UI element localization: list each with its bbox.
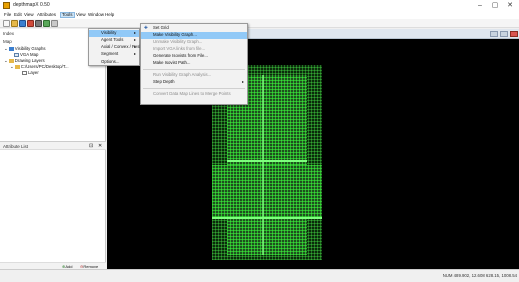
submenu-arrow-icon: ▸: [133, 37, 136, 42]
menu-item-agent-tools[interactable]: Agent Tools ▸: [89, 37, 139, 44]
submenu-arrow-icon: ▸: [133, 30, 136, 35]
menu-item-segment[interactable]: Segment ▸: [89, 51, 139, 58]
close-button[interactable]: ✕: [503, 1, 517, 10]
window-title: depthmapX 0.50: [13, 2, 50, 8]
wall-line: [227, 160, 307, 162]
menu-item-import-vga-links[interactable]: Import VGA links from file...: [141, 46, 247, 53]
submenu-arrow-icon: ▸: [241, 79, 244, 84]
tree-item-vga-map[interactable]: VGA Map: [14, 52, 38, 57]
grid-icon[interactable]: [43, 20, 50, 27]
tree-item-layer[interactable]: Layer: [22, 70, 39, 75]
attribute-list-title: Attribute List: [3, 144, 29, 149]
attribute-list-header: Attribute List ⊡ ✕: [0, 141, 106, 150]
submenu-arrow-icon: ▸: [133, 44, 136, 49]
map-restore-button[interactable]: [500, 31, 508, 37]
menu-edit[interactable]: Edit: [13, 12, 23, 18]
menu-item-options[interactable]: Options...: [89, 59, 139, 66]
menu-tools[interactable]: Tools: [60, 12, 75, 18]
set-grid-icon: ✚: [144, 25, 148, 30]
menu-view-2[interactable]: View: [75, 12, 87, 18]
maximize-button[interactable]: ▢: [488, 1, 502, 10]
index-panel-title: Index: [3, 31, 15, 36]
tree-item-drawing-file[interactable]: ⌄ C:/Users/PC/Desktop/T...: [10, 64, 69, 70]
visibility-submenu: ✚ Set Grid Make Visibility Graph... Unmak…: [140, 23, 248, 105]
save-icon[interactable]: [19, 20, 26, 27]
folder-icon: [14, 64, 20, 69]
map-close-button[interactable]: [510, 31, 518, 37]
menu-item-visibility[interactable]: Visibility ▸: [89, 30, 139, 37]
status-bar: NUM 489.902, 12.608 628.15, 1008.54: [0, 269, 519, 282]
open-folder-icon[interactable]: [11, 20, 18, 27]
menu-item-axial-convex[interactable]: Axial / Convex / Pesh ▸: [89, 44, 142, 51]
record-icon[interactable]: [27, 20, 34, 27]
menu-item-step-depth[interactable]: Step Depth ▸: [141, 79, 247, 86]
toolbar: [0, 19, 519, 28]
folder-icon: [8, 58, 14, 63]
status-coordinates: NUM 489.902, 12.608 628.15, 1008.54: [442, 273, 517, 278]
menu-item-generate-isovists[interactable]: Generate Isovists from File...: [141, 53, 247, 60]
minimize-button[interactable]: –: [473, 1, 487, 10]
menu-item-unmake-visibility-graph[interactable]: Unmake Visibility Graph...: [141, 39, 247, 46]
menu-view[interactable]: View: [23, 12, 35, 18]
menu-item-make-visibility-graph[interactable]: Make Visibility Graph...: [141, 32, 247, 39]
map-minimize-button[interactable]: [490, 31, 498, 37]
menu-separator: [143, 88, 245, 89]
menu-item-set-grid[interactable]: ✚ Set Grid: [141, 25, 247, 32]
visibility-grid-wing: [212, 165, 322, 217]
wall-line: [262, 75, 264, 255]
close-panel-icon[interactable]: ✕: [98, 143, 102, 149]
title-bar: depthmapX 0.50 – ▢ ✕: [0, 0, 519, 11]
wall-line: [212, 217, 322, 219]
folder-icon: [8, 46, 14, 51]
menu-separator: [143, 69, 245, 70]
print-icon[interactable]: [35, 20, 42, 27]
menu-file[interactable]: File: [3, 12, 12, 18]
new-file-icon[interactable]: [3, 20, 10, 27]
app-icon: [3, 2, 10, 9]
menu-item-run-vga[interactable]: Run Visibility Graph Analysis...: [141, 72, 247, 79]
menu-attributes[interactable]: Attributes: [36, 12, 57, 18]
submenu-arrow-icon: ▸: [133, 51, 136, 56]
map-icon: [14, 52, 19, 57]
menu-item-make-isovist-path[interactable]: Make Isovist Path...: [141, 60, 247, 67]
menu-window[interactable]: Window: [87, 12, 105, 18]
select-icon[interactable]: [51, 20, 58, 27]
checkbox-icon[interactable]: [22, 70, 27, 75]
pin-icon[interactable]: ⊡: [89, 143, 93, 149]
menu-item-convert-data-map[interactable]: Convert Data Map Lines to Merge Points: [141, 91, 247, 98]
attribute-list-footer: ⊕Add ⊖Remove: [0, 262, 106, 269]
menu-bar: File Edit View Attributes Tools View Win…: [0, 11, 519, 19]
menu-help[interactable]: Help: [104, 12, 115, 18]
map-section-title: Map: [3, 39, 12, 44]
tools-menu: Visibility ▸ Agent Tools ▸ Axial / Convex …: [88, 28, 142, 66]
